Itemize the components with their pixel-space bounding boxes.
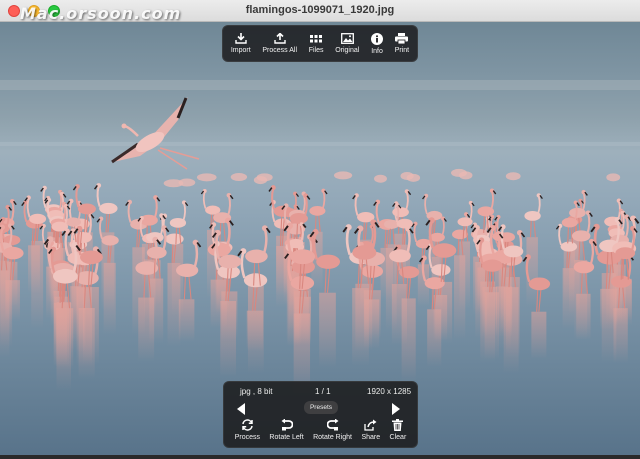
info-button[interactable]: Info xyxy=(369,26,385,61)
bottom-panel: jpg , 8 bit 1 / 1 1920 x 1285 Presets Pr… xyxy=(223,381,418,448)
flamingo-reflection xyxy=(506,277,520,358)
print-button[interactable]: Print xyxy=(393,26,411,61)
app-window: flamingos-1099071_1920.jpg Mac.orsoon.co… xyxy=(0,0,640,459)
original-button[interactable]: Original xyxy=(333,26,361,61)
flamingo-reflection xyxy=(459,241,470,309)
distant-flamingo xyxy=(606,173,621,182)
flamingo-reflection xyxy=(56,308,74,370)
distant-flamingo xyxy=(333,171,353,180)
flamingo-reflection xyxy=(178,299,195,342)
info-label: Info xyxy=(371,47,383,55)
flamingo-reflection xyxy=(293,288,311,345)
original-label: Original xyxy=(335,47,360,54)
flamingo-reflection xyxy=(149,278,164,343)
clear-label: Clear xyxy=(389,434,407,441)
flamingo-reflection xyxy=(221,291,238,339)
trash-icon xyxy=(392,419,404,431)
image-dimensions: 1920 x 1285 xyxy=(367,387,412,396)
files-label: Files xyxy=(308,47,324,54)
share-icon xyxy=(364,419,377,431)
action-bar: Process Rotate Left Rotate Right Share C… xyxy=(224,419,417,441)
window-bottom-edge xyxy=(0,455,640,459)
distant-flamingo xyxy=(163,179,184,188)
presets-button[interactable]: Presets xyxy=(304,401,338,414)
flamingo-reflection xyxy=(576,293,591,341)
distant-flamingo xyxy=(374,174,387,183)
format-info: jpg , 8 bit xyxy=(240,387,273,396)
files-button[interactable]: Files xyxy=(307,26,326,61)
upload-icon xyxy=(274,33,286,44)
share-label: Share xyxy=(361,434,381,441)
title-bar[interactable]: flamingos-1099071_1920.jpg Mac.orsoon.co… xyxy=(0,0,640,23)
import-icon xyxy=(235,33,247,44)
distant-flamingo xyxy=(253,176,268,185)
distant-flamingo xyxy=(196,173,217,182)
rotate-right-icon xyxy=(326,419,339,431)
rotate-right-label: Rotate Right xyxy=(313,434,353,441)
process-all-button[interactable]: Process All xyxy=(260,26,299,61)
clear-button[interactable]: Clear xyxy=(389,419,407,441)
flamingo-reflection xyxy=(31,240,44,329)
process-all-label: Process All xyxy=(262,47,298,54)
distant-flamingo xyxy=(505,172,521,181)
process-label: Process xyxy=(234,434,260,441)
flamingo-reflection xyxy=(391,284,408,345)
print-label: Print xyxy=(394,47,410,54)
printer-icon xyxy=(395,33,409,44)
flamingo-reflection xyxy=(435,281,453,343)
flamingo-reflection xyxy=(103,262,116,335)
rotate-left-icon xyxy=(281,419,293,431)
info-icon xyxy=(371,32,384,45)
import-button[interactable]: Import xyxy=(229,26,253,61)
top-toolbar: Import Process All Files Original Info P… xyxy=(222,25,418,62)
distant-flamingo xyxy=(400,171,414,180)
distant-flamingo xyxy=(230,173,248,182)
rotate-left-label: Rotate Left xyxy=(269,434,304,441)
previous-arrow-icon[interactable] xyxy=(235,402,247,416)
distant-flamingo xyxy=(459,171,473,180)
process-button[interactable]: Process xyxy=(235,419,260,441)
flamingo-reflection xyxy=(5,280,20,322)
rotate-left-button[interactable]: Rotate Left xyxy=(269,419,304,441)
flamingo-reflection xyxy=(563,243,575,301)
import-label: Import xyxy=(230,47,251,54)
page-counter: 1 / 1 xyxy=(315,387,331,396)
watermark: Mac.orsoon.com xyxy=(20,4,182,23)
grid-icon xyxy=(310,35,323,43)
next-arrow-icon[interactable] xyxy=(390,402,402,416)
flamingo-reflection xyxy=(319,292,336,368)
rotate-right-button[interactable]: Rotate Right xyxy=(313,419,352,441)
share-button[interactable]: Share xyxy=(361,419,380,441)
process-icon xyxy=(242,419,253,431)
image-icon xyxy=(340,33,354,44)
flamingo-reflection xyxy=(484,292,499,360)
flamingo-reflection xyxy=(531,311,547,360)
flamingo-reflection xyxy=(526,237,538,306)
